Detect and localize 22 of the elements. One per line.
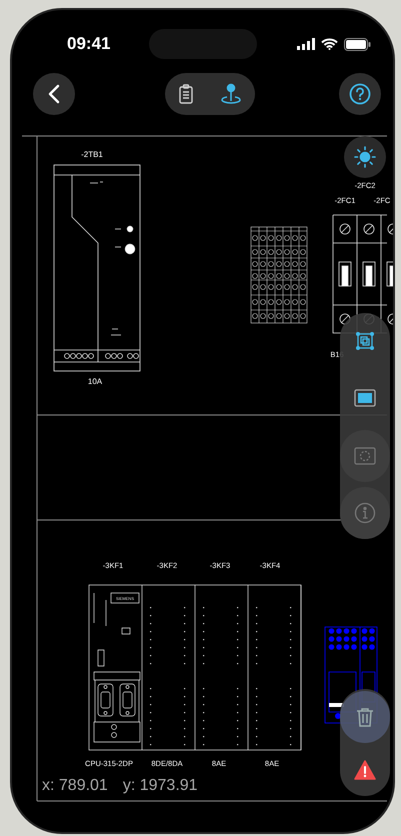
help-icon: [349, 82, 371, 104]
info-icon: [354, 502, 376, 524]
warning-icon: [354, 760, 376, 780]
sun-icon: [354, 146, 376, 168]
help-button[interactable]: [339, 72, 381, 114]
status-time: 09:41: [67, 34, 112, 54]
map-pin-icon: [221, 82, 241, 104]
delete-button[interactable]: [340, 691, 390, 742]
rectangle-icon: [354, 389, 376, 408]
trash-icon: [356, 706, 374, 727]
signal-icon: [297, 38, 315, 50]
back-button[interactable]: [33, 72, 75, 114]
power-supply-tag: -2TB1: [81, 150, 103, 159]
selection-frame-icon: [355, 331, 375, 351]
cursor-y-reading: y: 1973.91: [122, 777, 198, 795]
wifi-icon: [321, 38, 338, 50]
power-supply-rating: 10A: [88, 377, 102, 386]
clipboard-icon: [179, 84, 193, 104]
info-tool-button[interactable]: [340, 486, 390, 539]
back-icon: [48, 84, 60, 104]
battery-icon: [344, 38, 371, 50]
brightness-button[interactable]: [344, 136, 386, 178]
